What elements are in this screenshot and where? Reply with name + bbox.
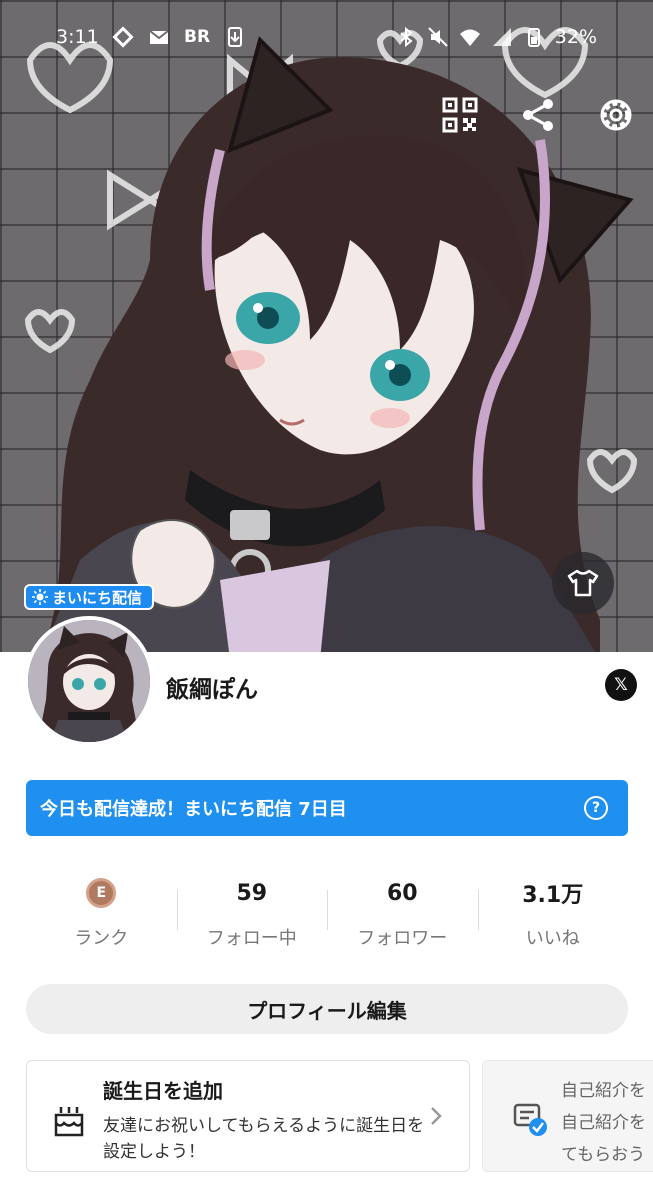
stat-likes[interactable]: 3.1万 いいね bbox=[477, 876, 629, 950]
birthday-card[interactable]: 誕生日を追加 友達にお祝いしてもらえるように誕生日を設定しよう！ bbox=[26, 1060, 470, 1172]
cover-image: 3:11 BR 32% bbox=[0, 0, 653, 660]
edit-profile-button[interactable]: プロフィール編集 bbox=[26, 984, 628, 1034]
tshirt-icon bbox=[567, 569, 599, 597]
profile-check-icon bbox=[513, 1103, 547, 1136]
daily-stream-badge: まいにち配信 bbox=[24, 584, 155, 610]
rank-badge-icon: E bbox=[86, 878, 117, 908]
outfit-button[interactable] bbox=[552, 552, 614, 614]
stats-row: E ランク 59 フォロー中 60 フォロワー 3.1万 いいね bbox=[26, 876, 628, 950]
card-title: 誕生日を追加 bbox=[103, 1079, 223, 1103]
stat-value: 59 bbox=[236, 880, 268, 906]
signal-icon bbox=[492, 28, 511, 46]
avatar[interactable] bbox=[24, 616, 154, 746]
card-line: 自己紹介を bbox=[561, 1081, 646, 1101]
stat-rank[interactable]: E ランク bbox=[26, 876, 177, 950]
stat-label: ランク bbox=[74, 928, 129, 949]
mute-icon bbox=[428, 27, 448, 47]
download-icon bbox=[228, 27, 243, 47]
mail-icon bbox=[149, 30, 169, 44]
diamond-icon bbox=[112, 26, 134, 48]
stat-label: フォロー中 bbox=[206, 928, 297, 949]
status-time: 3:11 bbox=[56, 26, 99, 48]
stat-value: 60 bbox=[386, 880, 418, 906]
settings-gear-icon[interactable] bbox=[597, 96, 635, 134]
cake-icon bbox=[54, 1107, 84, 1137]
stat-value: 3.1万 bbox=[522, 883, 584, 908]
stat-label: フォロワー bbox=[357, 928, 448, 949]
daily-stream-banner[interactable]: 今日も配信達成！まいにち配信 7日目 ? bbox=[26, 780, 628, 836]
card-line: てもらおう bbox=[561, 1145, 646, 1165]
battery-percent: 32% bbox=[554, 26, 597, 48]
card-line: 自己紹介を bbox=[561, 1113, 646, 1133]
username: 飯綱ぽん bbox=[166, 677, 258, 703]
help-icon[interactable]: ? bbox=[584, 796, 608, 820]
x-logo-icon[interactable]: 𝕏 bbox=[605, 669, 637, 701]
stat-label: いいね bbox=[525, 928, 580, 949]
wifi-icon bbox=[459, 29, 480, 46]
share-icon[interactable] bbox=[519, 96, 557, 134]
banner-text: 今日も配信達成！まいにち配信 7日目 bbox=[40, 799, 347, 820]
battery-icon bbox=[527, 28, 540, 47]
self-intro-card[interactable]: 自己紹介を 自己紹介を てもらおう bbox=[482, 1060, 653, 1172]
status-bar: 3:11 BR 32% bbox=[0, 22, 653, 54]
qr-code-icon[interactable] bbox=[441, 96, 479, 134]
chevron-right-icon bbox=[431, 1107, 442, 1125]
x-logo-glyph: 𝕏 bbox=[614, 675, 628, 695]
daily-badge-label: まいにち配信 bbox=[52, 588, 143, 607]
stat-followers[interactable]: 60 フォロワー bbox=[327, 876, 478, 950]
sun-icon bbox=[32, 589, 48, 605]
header-actions bbox=[441, 96, 635, 134]
br-icon: BR bbox=[184, 27, 211, 47]
bluetooth-icon bbox=[400, 26, 413, 48]
card-body: 友達にお祝いしてもらえるように誕生日を設定しよう！ bbox=[103, 1116, 425, 1162]
stat-following[interactable]: 59 フォロー中 bbox=[176, 876, 328, 950]
avatar-illustration bbox=[28, 620, 150, 742]
